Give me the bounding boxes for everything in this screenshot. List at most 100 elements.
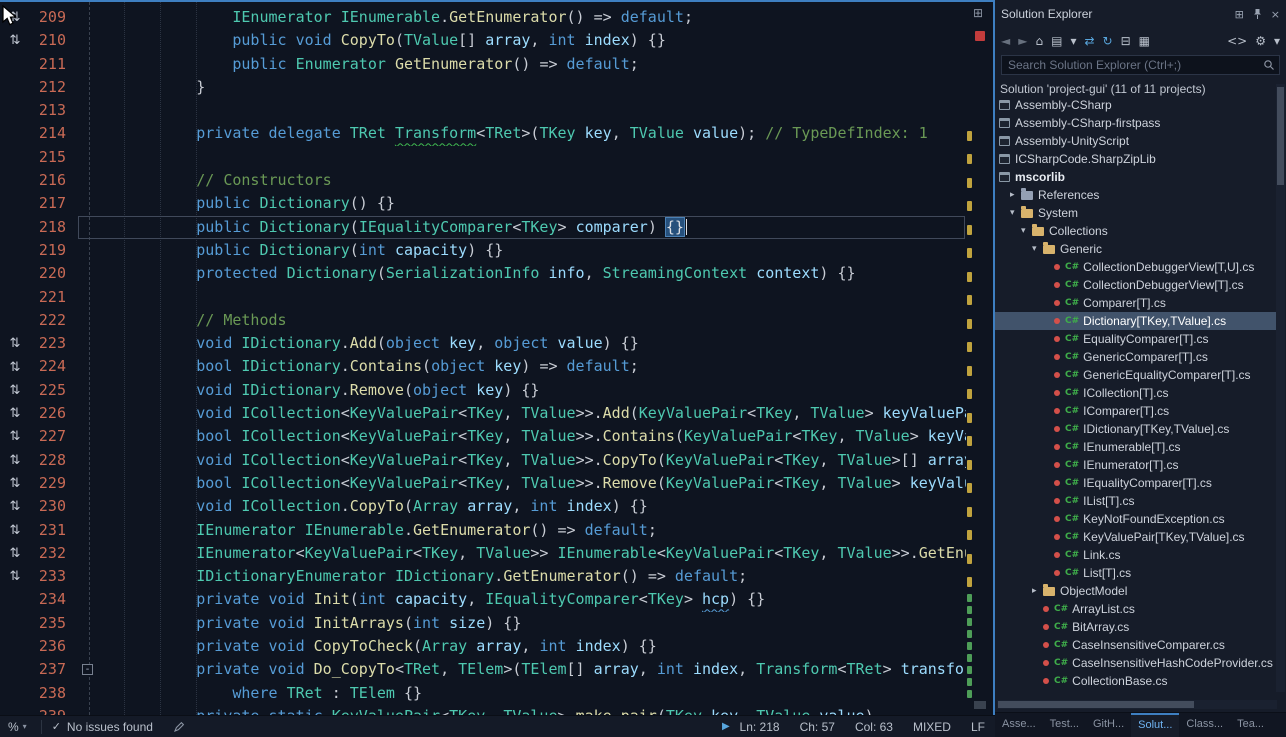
line-number[interactable]: 212 xyxy=(30,76,72,99)
code-line[interactable]: ⇅232 IEnumerator<KeyValuePair<TKey, TVal… xyxy=(0,542,966,565)
fold-margin[interactable] xyxy=(78,332,100,355)
home-icon[interactable]: ⌂ xyxy=(1035,35,1043,47)
code-line[interactable]: ⇅228 void ICollection<KeyValuePair<TKey,… xyxy=(0,449,966,472)
line-number[interactable]: 219 xyxy=(30,239,72,262)
line-number[interactable]: 213 xyxy=(30,99,72,122)
modified-line-mark[interactable] xyxy=(967,272,972,282)
tree-item[interactable]: C#Dictionary[TKey,TValue].cs xyxy=(995,312,1277,330)
code-line[interactable]: ⇅209 IEnumerator IEnumerable.GetEnumerat… xyxy=(0,6,966,29)
tree-item[interactable]: Assembly-CSharp xyxy=(995,96,1277,114)
modified-line-mark[interactable] xyxy=(967,413,972,423)
code-line[interactable]: ⇅224 bool IDictionary.Contains(object ke… xyxy=(0,355,966,378)
tree-item[interactable]: Assembly-UnityScript xyxy=(995,132,1277,150)
fold-margin[interactable] xyxy=(78,53,100,76)
modified-line-mark[interactable] xyxy=(967,201,972,211)
back-icon[interactable]: ◄ xyxy=(1001,35,1010,47)
pencil-icon[interactable] xyxy=(173,721,185,733)
fold-margin[interactable] xyxy=(78,682,100,705)
fold-margin[interactable] xyxy=(78,588,100,611)
tree-item[interactable]: C#IList[T].cs xyxy=(995,492,1277,510)
tree-item[interactable]: ▸ObjectModel xyxy=(995,582,1277,600)
play-icon[interactable]: ▶ xyxy=(722,721,730,732)
modified-line-mark[interactable] xyxy=(967,178,972,188)
modified-line-mark[interactable] xyxy=(967,389,972,399)
saved-line-mark[interactable] xyxy=(967,630,972,638)
modified-line-mark[interactable] xyxy=(967,460,972,470)
tree-item[interactable]: C#CollectionDebuggerView[T].cs xyxy=(995,276,1277,294)
code-line[interactable]: 217 public Dictionary() {} xyxy=(0,192,966,215)
tree-item[interactable]: C#BitArray.cs xyxy=(995,618,1277,636)
line-number[interactable]: 220 xyxy=(30,262,72,285)
editor-scrollbar-annotations[interactable]: ⊞ xyxy=(966,2,993,715)
tree-item[interactable]: mscorlib xyxy=(995,168,1277,186)
gutter-margin[interactable]: ⇅ xyxy=(0,546,30,561)
modified-line-mark[interactable] xyxy=(967,131,972,141)
modified-line-mark[interactable] xyxy=(967,295,972,305)
code-line[interactable]: 212 } xyxy=(0,76,966,99)
line-number[interactable]: 221 xyxy=(30,286,72,309)
line-number[interactable]: 231 xyxy=(30,519,72,542)
panel-tab[interactable]: GitH... xyxy=(1086,713,1131,737)
code-line[interactable]: ⇅231 IEnumerator IEnumerable.GetEnumerat… xyxy=(0,519,966,542)
code-line[interactable]: 238 where TRet : TElem {} xyxy=(0,682,966,705)
character-indicator[interactable]: Ch: 57 xyxy=(800,720,835,734)
encoding-indicator[interactable]: MIXED xyxy=(913,720,951,734)
fold-margin[interactable] xyxy=(78,29,100,52)
line-indicator[interactable]: Ln: 218 xyxy=(740,720,780,734)
chevron-down-icon[interactable]: ▾ xyxy=(1010,208,1021,218)
line-number[interactable]: 216 xyxy=(30,169,72,192)
fold-margin[interactable] xyxy=(78,612,100,635)
code-line[interactable]: 237- private void Do_CopyTo<TRet, TElem>… xyxy=(0,658,966,681)
line-number[interactable]: 237 xyxy=(30,658,72,681)
code-line[interactable]: ⇅230 void ICollection.CopyTo(Array array… xyxy=(0,495,966,518)
gutter-margin[interactable]: ⇅ xyxy=(0,336,30,351)
code-editor[interactable]: ⇅209 IEnumerator IEnumerable.GetEnumerat… xyxy=(0,0,993,715)
line-number[interactable]: 214 xyxy=(30,122,72,145)
line-number[interactable]: 223 xyxy=(30,332,72,355)
view-code-icon[interactable]: <> xyxy=(1227,35,1247,47)
solution-tree[interactable]: Assembly-CSharpAssembly-CSharp-firstpass… xyxy=(995,96,1277,694)
modified-line-mark[interactable] xyxy=(967,154,972,164)
fold-margin[interactable]: - xyxy=(78,658,100,681)
split-editor-icon[interactable]: ⊞ xyxy=(973,6,983,20)
saved-line-mark[interactable] xyxy=(967,678,972,686)
gutter-margin[interactable]: ⇅ xyxy=(0,383,30,398)
gutter-margin[interactable]: ⇅ xyxy=(0,406,30,421)
chevron-down-icon[interactable]: ▾ xyxy=(1021,226,1032,236)
tree-item[interactable]: C#ICollection[T].cs xyxy=(995,384,1277,402)
fold-margin[interactable] xyxy=(78,122,100,145)
properties-wrench-icon[interactable]: ⚙ xyxy=(1255,35,1266,47)
fold-margin[interactable] xyxy=(78,565,100,588)
code-line[interactable]: 220 protected Dictionary(SerializationIn… xyxy=(0,262,966,285)
scrollbar-thumb[interactable] xyxy=(974,701,986,709)
code-line[interactable]: ⇅225 void IDictionary.Remove(object key)… xyxy=(0,379,966,402)
code-line[interactable]: ⇅233 IDictionaryEnumerator IDictionary.G… xyxy=(0,565,966,588)
code-line[interactable]: 236 private void CopyToCheck(Array array… xyxy=(0,635,966,658)
forward-icon[interactable]: ► xyxy=(1018,35,1027,47)
search-icon[interactable] xyxy=(1263,59,1275,71)
tree-item[interactable]: C#CollectionBase.cs xyxy=(995,672,1277,690)
fold-margin[interactable] xyxy=(78,705,100,715)
fold-margin[interactable] xyxy=(78,542,100,565)
fold-margin[interactable] xyxy=(78,192,100,215)
fold-margin[interactable] xyxy=(78,379,100,402)
line-number[interactable]: 229 xyxy=(30,472,72,495)
tree-item[interactable]: ▾Generic xyxy=(995,240,1277,258)
zoom-dropdown-icon[interactable]: ▾ xyxy=(23,722,27,731)
code-line[interactable]: 235 private void InitArrays(int size) {} xyxy=(0,612,966,635)
gutter-margin[interactable]: ⇅ xyxy=(0,499,30,514)
fold-margin[interactable] xyxy=(78,355,100,378)
fold-margin[interactable] xyxy=(78,472,100,495)
fold-margin[interactable] xyxy=(78,402,100,425)
line-number[interactable]: 232 xyxy=(30,542,72,565)
line-number[interactable]: 215 xyxy=(30,146,72,169)
saved-line-mark[interactable] xyxy=(967,618,972,626)
modified-line-mark[interactable] xyxy=(967,248,972,258)
tree-item[interactable]: C#CaseInsensitiveHashCodeProvider.cs xyxy=(995,654,1277,672)
code-line[interactable]: 218 public Dictionary(IEqualityComparer<… xyxy=(0,216,966,239)
tree-item[interactable]: Assembly-CSharp-firstpass xyxy=(995,114,1277,132)
panel-tab[interactable]: Tea... xyxy=(1230,713,1271,737)
code-lines[interactable]: ⇅209 IEnumerator IEnumerable.GetEnumerat… xyxy=(0,2,966,715)
fold-margin[interactable] xyxy=(78,425,100,448)
fold-margin[interactable] xyxy=(78,262,100,285)
